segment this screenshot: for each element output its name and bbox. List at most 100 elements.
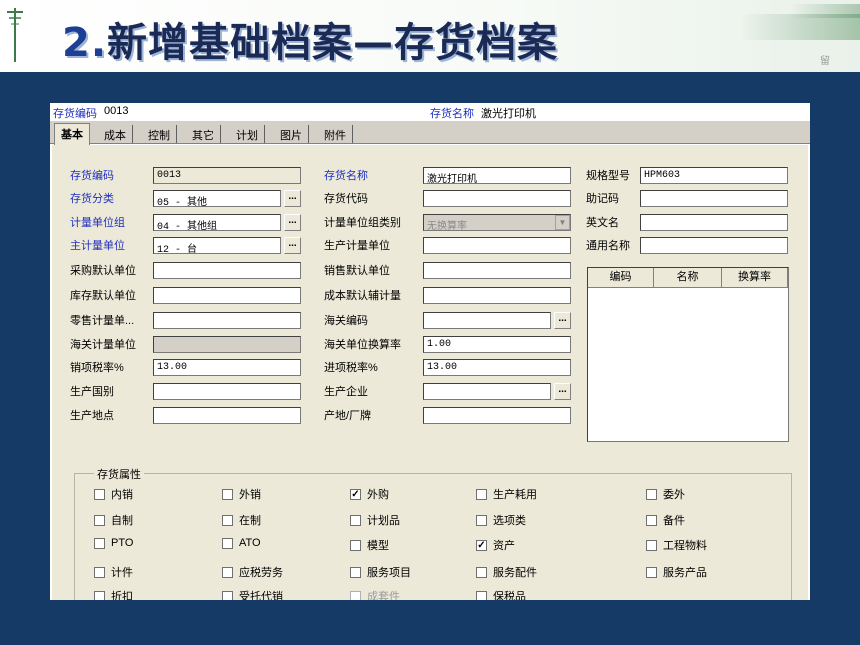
inventory-form-window: 存货编码 0013 存货名称 激光打印机 基本 成本 控制 其它 计划 图片 附… [50,103,810,600]
generic-name-field[interactable] [640,237,788,254]
manufacturer-field[interactable] [423,383,551,400]
tab-plan[interactable]: 计划 [230,125,265,143]
customs-uom-field[interactable] [153,336,301,353]
uom-conversion-grid[interactable]: 编码 名称 换算率 [587,267,789,442]
tab-cost[interactable]: 成本 [98,125,133,143]
uom-group-lookup-button[interactable]: ... [284,214,301,231]
checkbox-in-process[interactable]: 在制 [222,512,261,528]
tab-control[interactable]: 控制 [142,125,177,143]
customs-conversion-rate-field[interactable]: 1.00 [423,336,571,353]
production-uom-field[interactable] [423,237,571,254]
field-label-sales-tax-rate: 销项税率% [70,362,124,374]
checkbox-discount[interactable]: 折扣 [94,588,133,600]
production-site-field[interactable] [153,407,301,424]
checkbox-label: 内销 [111,489,133,501]
field-label-manufacturer: 生产企业 [324,386,368,398]
ornament-icon [7,8,23,62]
field-label-production-site: 生产地点 [70,410,114,422]
field-label-generic-name: 通用名称 [586,240,630,252]
inventory-attributes-title: 存货属性 [94,466,144,482]
field-label-main-uom: 主计量单位 [70,240,125,252]
checkbox-self-made[interactable]: 自制 [94,512,133,528]
inventory-category-lookup-button[interactable]: ... [284,190,301,207]
checkbox-asset[interactable]: ✓ 资产 [476,537,515,553]
checkbox-label: 模型 [367,540,389,552]
checkbox-service-product[interactable]: 服务产品 [646,564,707,580]
checkbox-box [476,590,487,600]
field-label-customs-uom: 海关计量单位 [70,339,136,351]
checkbox-label: PTO [111,537,134,549]
spec-model-field[interactable]: HPM603 [640,167,788,184]
checkbox-box [476,488,487,500]
stock-uom-field[interactable] [153,287,301,304]
inventory-category-field[interactable]: 05 - 其他 [153,190,281,207]
grid-header-code[interactable]: 编码 [588,268,654,288]
checkbox-spare-part[interactable]: 备件 [646,512,685,528]
checkbox-pto[interactable]: PTO [94,537,133,549]
inventory-alt-code-field[interactable] [423,190,571,207]
checkbox-label: 成套件 [367,591,400,600]
checkbox-consignment[interactable]: 受托代销 [222,588,283,600]
english-name-field[interactable] [640,214,788,231]
slide-header: 2.新增基础档案—存货档案 留 [0,0,860,72]
chevron-down-icon[interactable]: ▼ [555,215,570,230]
uom-group-type-select[interactable]: 无换算率 [423,214,571,231]
checkbox-domestic-sale[interactable]: 内销 [94,486,133,502]
checkbox-label: 受托代销 [239,591,283,600]
grid-header-rate[interactable]: 换算率 [722,268,788,288]
slide-title-text: 新增基础档案—存货档案 [107,20,559,66]
tab-attachment[interactable]: 附件 [318,125,353,143]
checkbox-bonded[interactable]: 保税品 [476,588,526,600]
main-uom-lookup-button[interactable]: ... [284,237,301,254]
checkbox-label: 委外 [663,489,685,501]
origin-country-field[interactable] [153,383,301,400]
checkbox-label: 外销 [239,489,261,501]
checkbox-label: ATO [239,537,261,549]
field-label-inventory-code: 存货编码 [70,170,114,182]
inventory-code-field[interactable]: 0013 [153,167,301,184]
checkbox-box [222,537,233,549]
checkbox-taxable-service[interactable]: 应税劳务 [222,564,283,580]
checkbox-box [222,590,233,600]
origin-brand-field[interactable] [423,407,571,424]
checkbox-service-item[interactable]: 服务项目 [350,564,411,580]
checkbox-model[interactable]: 模型 [350,537,389,553]
checkbox-option-class[interactable]: 选项类 [476,512,526,528]
checkbox-box [646,566,657,578]
field-label-inventory-category: 存货分类 [70,193,114,205]
inventory-name-field[interactable]: 激光打印机 [423,167,571,184]
sales-uom-field[interactable] [423,262,571,279]
field-label-uom-group-type: 计量单位组类别 [324,217,401,229]
checkbox-box [646,488,657,500]
input-tax-rate-field[interactable]: 13.00 [423,359,571,376]
checkbox-production-consumption[interactable]: 生产耗用 [476,486,537,502]
checkbox-export-sale[interactable]: 外销 [222,486,261,502]
tab-other[interactable]: 其它 [186,125,221,143]
retail-uom-field[interactable] [153,312,301,329]
checkbox-service-part[interactable]: 服务配件 [476,564,537,580]
checkbox-label: 服务项目 [367,567,411,579]
customs-code-lookup-button[interactable]: ... [554,312,571,329]
cost-aux-uom-field[interactable] [423,287,571,304]
tab-basic[interactable]: 基本 [54,123,90,145]
checkbox-purchased[interactable]: ✓ 外购 [350,486,389,502]
manufacturer-lookup-button[interactable]: ... [554,383,571,400]
main-uom-field[interactable]: 12 - 台 [153,237,281,254]
checkbox-label: 生产耗用 [493,489,537,501]
uom-group-field[interactable]: 04 - 其他组 [153,214,281,231]
mnemonic-code-field[interactable] [640,190,788,207]
checkbox-planned-item[interactable]: 计划品 [350,512,400,528]
purchase-uom-field[interactable] [153,262,301,279]
checkbox-piecework[interactable]: 计件 [94,564,133,580]
checkbox-engineering-material[interactable]: 工程物料 [646,537,707,553]
checkbox-ato[interactable]: ATO [222,537,261,549]
checkbox-box [350,566,361,578]
sales-tax-rate-field[interactable]: 13.00 [153,359,301,376]
checkbox-box [94,566,105,578]
slide-title: 2.新增基础档案—存货档案 [62,10,558,68]
tab-image[interactable]: 图片 [274,125,309,143]
grid-header-name[interactable]: 名称 [654,268,722,288]
customs-code-field[interactable] [423,312,551,329]
checkbox-outsourced[interactable]: 委外 [646,486,685,502]
checkbox-kit[interactable]: 成套件 [350,588,400,600]
